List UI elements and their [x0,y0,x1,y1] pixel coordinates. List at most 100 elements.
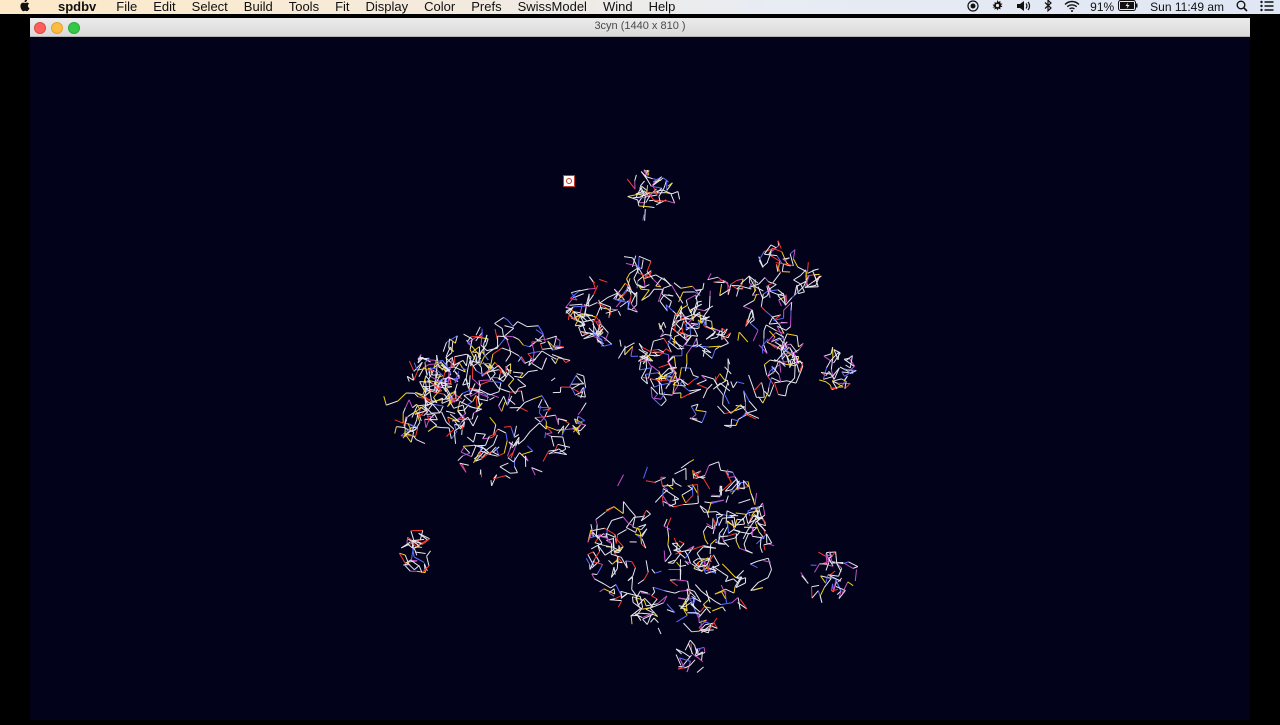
bond [626,528,635,533]
bond [759,503,763,508]
bond [510,391,521,392]
bond [547,415,556,416]
clock[interactable]: Sun 11:49 am [1150,0,1224,14]
bond [693,375,698,377]
bond [479,380,491,381]
bond [490,392,499,395]
bond [508,379,514,386]
bluetooth-icon[interactable] [1044,0,1052,15]
bond [474,433,476,442]
bond [704,479,710,490]
bond [641,593,650,594]
bond [759,278,765,285]
bond [763,503,765,515]
bond [690,368,693,375]
bond [499,388,511,392]
bond [704,647,705,652]
bond [541,342,546,343]
bond [719,462,721,470]
bond [535,418,541,422]
menu-edit[interactable]: Edit [145,0,183,14]
wifi-icon[interactable] [1064,0,1080,15]
bond [767,283,773,286]
menu-swissmodel[interactable]: SwissModel [510,0,595,14]
apple-icon[interactable] [0,0,48,15]
menu-wind[interactable]: Wind [595,0,641,14]
menu-display[interactable]: Display [358,0,417,14]
bond [442,398,443,403]
bond [642,290,650,301]
bond [665,591,676,593]
bond [521,391,523,402]
menu-fit[interactable]: Fit [327,0,357,14]
window-titlebar[interactable]: 3cyn (1440 x 810 ) [30,18,1250,37]
bond [824,354,831,356]
bond [621,591,628,593]
bond [594,286,598,295]
bond [514,466,517,472]
bond [597,307,600,316]
menu-select[interactable]: Select [184,0,236,14]
bond [547,336,557,339]
bond [532,364,542,370]
bond [717,387,724,396]
molecule-viewer[interactable] [30,37,1250,720]
bond [412,540,413,548]
menu-tools[interactable]: Tools [281,0,327,14]
bond [577,374,584,376]
notification-center-icon[interactable] [1260,0,1274,15]
bond [597,565,603,575]
menu-prefs[interactable]: Prefs [463,0,509,14]
bond [479,399,488,401]
bond [714,555,720,565]
menu-build[interactable]: Build [236,0,281,14]
bond [834,379,842,381]
bond [639,256,640,268]
menu-help[interactable]: Help [641,0,684,14]
bond [746,551,753,554]
bond [733,382,737,388]
spotlight-icon[interactable] [1236,0,1248,15]
bond [761,307,765,311]
bond [618,601,621,608]
bond [510,364,511,374]
bond [499,406,502,412]
bond [625,343,635,349]
bond [518,379,526,386]
bond [704,512,716,513]
bond [737,382,744,384]
menu-file[interactable]: File [108,0,145,14]
bond [518,322,527,327]
bond [632,562,636,568]
selection-marker-icon[interactable] [563,175,575,187]
bond [649,207,655,208]
bond [543,451,549,461]
record-icon[interactable] [967,0,979,15]
menu-color[interactable]: Color [416,0,463,14]
bond [520,408,528,412]
bond [530,423,540,432]
settings-icon[interactable] [991,0,1004,15]
bond [460,401,467,405]
bond [481,367,482,376]
protein-structure[interactable] [30,37,1250,720]
bond [464,405,468,410]
battery-icon[interactable] [1118,0,1138,14]
bond [688,380,693,385]
bond [511,351,519,356]
bond [726,589,735,593]
bond [473,416,478,426]
bond [466,367,468,378]
bond [676,580,688,581]
bond [692,336,698,337]
bond [466,354,468,366]
bond [764,545,765,550]
volume-icon[interactable] [1016,0,1032,15]
app-menu-spdbv[interactable]: spdbv [48,0,108,14]
bond [735,531,740,538]
bond [778,395,785,396]
bond [669,301,671,307]
bond [646,373,658,375]
bond [620,340,621,347]
bond [661,384,662,393]
